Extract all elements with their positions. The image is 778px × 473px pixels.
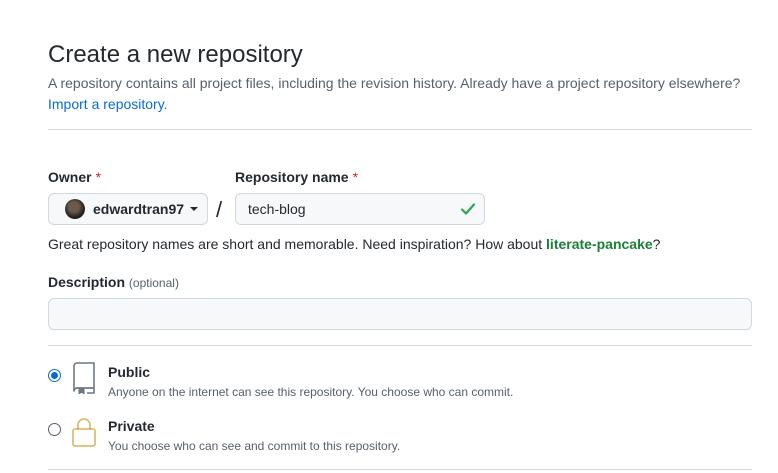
repository-name-label: Repository name *: [235, 169, 358, 185]
description-label-text: Description: [48, 274, 126, 290]
owner-label-text: Owner: [48, 169, 92, 185]
repository-name-required-mark: *: [352, 169, 359, 185]
repository-name-field: [235, 193, 485, 225]
public-radio[interactable]: [48, 369, 61, 382]
private-radio[interactable]: [48, 423, 61, 436]
divider: [48, 469, 752, 470]
import-link-suffix: .: [163, 96, 168, 112]
name-suggestion-link[interactable]: literate-pancake: [546, 236, 653, 252]
private-title: Private: [108, 418, 155, 434]
user-avatar: [65, 199, 85, 219]
owner-select-button[interactable]: edwardtran97: [48, 193, 208, 225]
hint-text: Great repository names are short and mem…: [48, 236, 547, 252]
description-label: Description (optional): [48, 274, 179, 290]
page-subtitle: A repository contains all project files,…: [48, 73, 752, 115]
owner-label: Owner *: [48, 169, 101, 185]
repo-icon: [73, 362, 95, 394]
repository-name-input[interactable]: [236, 194, 484, 224]
subtitle-text: A repository contains all project files,…: [48, 75, 741, 91]
divider: [48, 345, 752, 346]
import-repository-link[interactable]: Import a repository: [48, 96, 164, 112]
hint-suffix: ?: [652, 236, 661, 252]
public-title: Public: [108, 364, 151, 380]
description-input[interactable]: [48, 298, 752, 330]
lock-icon: [72, 418, 96, 447]
repository-name-hint: Great repository names are short and mem…: [48, 236, 660, 252]
owner-name: edwardtran97: [93, 201, 185, 217]
owner-required-mark: *: [95, 169, 102, 185]
description-optional-note: (optional): [128, 276, 179, 290]
page-title: Create a new repository: [48, 41, 303, 68]
public-description: Anyone on the internet can see this repo…: [108, 385, 514, 399]
owner-repo-separator: /: [216, 197, 223, 222]
check-icon: [460, 203, 476, 215]
private-description: You choose who can see and commit to thi…: [108, 439, 401, 453]
repository-name-label-text: Repository name: [235, 169, 349, 185]
divider: [48, 129, 752, 130]
caret-down-icon: [190, 207, 199, 211]
